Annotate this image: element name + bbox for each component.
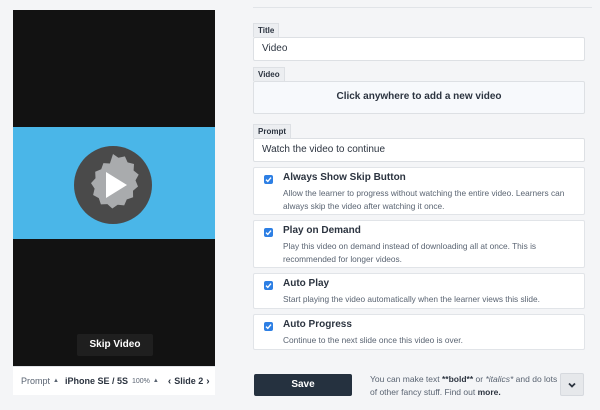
expand-button[interactable] [560, 373, 584, 396]
help-text: or [473, 374, 486, 384]
option-auto-progress[interactable]: Auto Progress Continue to the next slide… [253, 314, 585, 350]
save-button[interactable]: Save [254, 374, 352, 396]
device-selector[interactable]: iPhone SE / 5S [65, 376, 128, 386]
option-auto-play[interactable]: Auto Play Start playing the video automa… [253, 273, 585, 309]
divider [253, 7, 592, 8]
chevron-left-icon[interactable]: ‹ [168, 376, 171, 387]
option-description: Start playing the video automatically wh… [283, 294, 540, 304]
phone-screen: Skip Video [13, 10, 215, 366]
slide-indicator: Slide 2 [174, 376, 204, 386]
caret-up-icon[interactable]: ▲ [53, 378, 59, 384]
option-title: Play on Demand [283, 225, 361, 236]
play-icon[interactable] [73, 145, 153, 225]
help-italics-example: *italics* [485, 374, 514, 384]
option-description: Allow the learner to progress without wa… [283, 188, 565, 211]
checkbox[interactable] [264, 175, 273, 184]
title-input[interactable]: Video [253, 37, 585, 61]
option-title: Auto Progress [283, 319, 352, 330]
caret-up-icon[interactable]: ▲ [153, 378, 159, 384]
checkbox[interactable] [264, 281, 273, 290]
prompt-toggle[interactable]: Prompt [21, 376, 50, 386]
skip-video-button[interactable]: Skip Video [77, 334, 153, 356]
formatting-help: You can make text **bold** or *italics* … [370, 373, 560, 399]
help-bold-example: **bold** [441, 374, 474, 384]
chevron-down-icon [568, 382, 576, 388]
prompt-input[interactable]: Watch the video to continue [253, 138, 585, 162]
zoom-level[interactable]: 100% [132, 378, 150, 385]
help-text: You can make text [370, 374, 442, 384]
checkbox[interactable] [264, 322, 273, 331]
device-toolbar: Prompt ▲ iPhone SE / 5S 100% ▲ ‹ Slide 2… [13, 366, 215, 395]
slide-preview: Skip Video Prompt ▲ iPhone SE / 5S 100% … [13, 10, 215, 395]
video-dropzone[interactable]: Click anywhere to add a new video [253, 81, 585, 114]
option-title: Auto Play [283, 278, 330, 289]
chevron-right-icon[interactable]: › [206, 376, 209, 387]
prompt-label: Prompt [253, 124, 291, 138]
option-description: Play this video on demand instead of dow… [283, 241, 537, 264]
option-title: Always Show Skip Button [283, 172, 406, 183]
video-label: Video [253, 67, 285, 81]
checkbox[interactable] [264, 228, 273, 237]
option-description: Continue to the next slide once this vid… [283, 335, 463, 345]
settings-panel: Title Video Video Click anywhere to add … [248, 0, 592, 410]
option-always-show-skip[interactable]: Always Show Skip Button Allow the learne… [253, 167, 585, 215]
find-out-more-link[interactable]: more. [478, 387, 501, 397]
title-label: Title [253, 23, 280, 37]
option-play-on-demand[interactable]: Play on Demand Play this video on demand… [253, 220, 585, 268]
